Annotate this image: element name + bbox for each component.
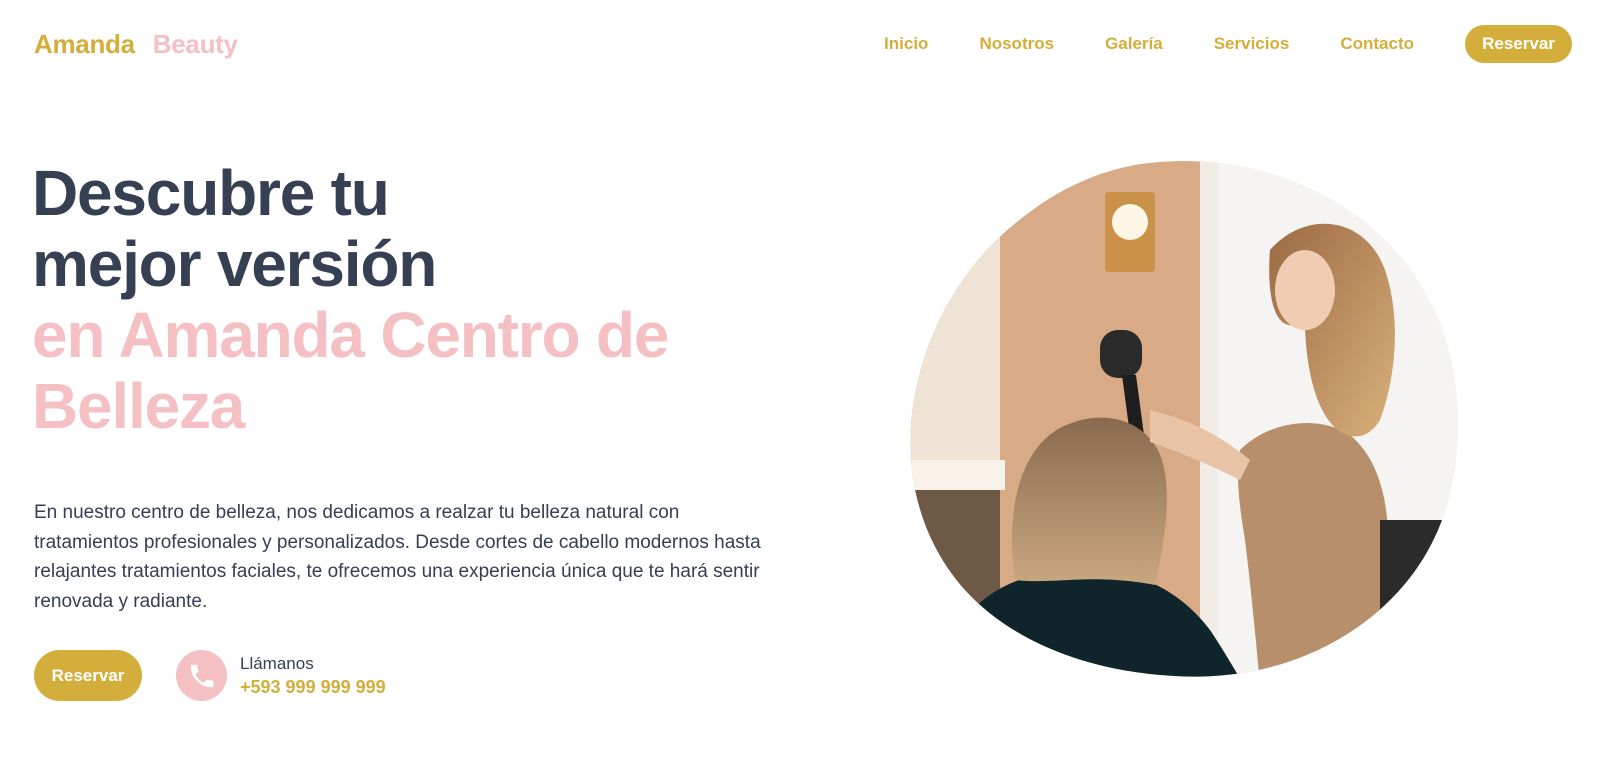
landing-page: Amanda Beauty Inicio Nosotros Galería Se… xyxy=(0,0,1600,764)
hero-reservar-button[interactable]: Reservar xyxy=(34,650,142,701)
hero-title-line3: en Amanda Centro de xyxy=(32,299,669,371)
logo-word-amanda: Amanda xyxy=(34,28,135,59)
phone-label: Llámanos xyxy=(240,653,314,673)
brand-logo[interactable]: Amanda Beauty xyxy=(34,29,238,60)
hero-title-line4: Belleza xyxy=(32,370,245,442)
hero-cta-row: Reservar Llámanos +593 999 999 999 xyxy=(34,650,386,701)
hero-description: En nuestro centro de belleza, nos dedica… xyxy=(34,502,761,612)
header-reservar-button[interactable]: Reservar xyxy=(1465,25,1572,63)
phone-contact: Llámanos +593 999 999 999 xyxy=(240,653,386,699)
site-header: Amanda Beauty Inicio Nosotros Galería Se… xyxy=(0,0,1600,88)
hero-salon-photo xyxy=(910,160,1480,685)
nav-link-galeria[interactable]: Galería xyxy=(1105,34,1163,54)
nav-link-servicios[interactable]: Servicios xyxy=(1214,34,1290,54)
nav-link-nosotros[interactable]: Nosotros xyxy=(979,34,1054,54)
hero-title-line2: mejor versión xyxy=(32,228,437,300)
nav-link-inicio[interactable]: Inicio xyxy=(884,34,928,54)
logo-word-beauty: Beauty xyxy=(152,28,238,59)
phone-icon[interactable] xyxy=(176,650,227,701)
main-nav: Inicio Nosotros Galería Servicios Contac… xyxy=(884,25,1572,63)
phone-number[interactable]: +593 999 999 999 xyxy=(240,675,386,699)
hero-title: Descubre tu mejor versión en Amanda Cent… xyxy=(32,158,792,442)
nav-link-contacto[interactable]: Contacto xyxy=(1340,34,1414,54)
hero-title-line1: Descubre tu xyxy=(32,157,390,229)
